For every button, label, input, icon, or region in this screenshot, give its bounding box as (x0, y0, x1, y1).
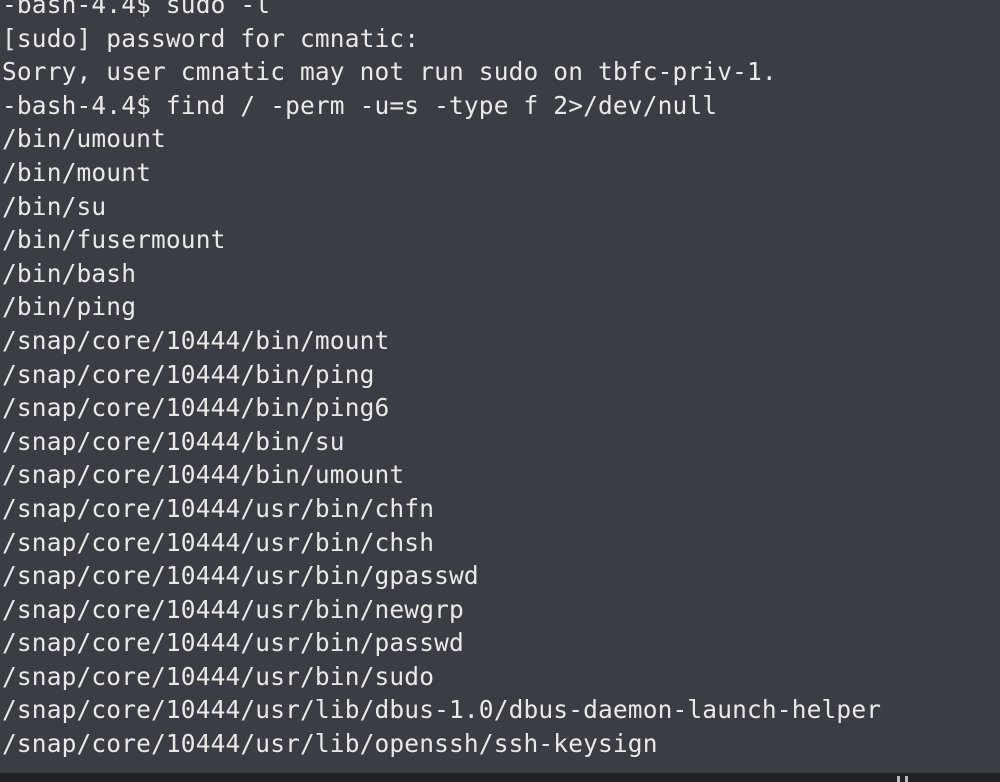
terminal-window[interactable]: -bash-4.4$ sudo -l [sudo] password for c… (0, 0, 1000, 782)
terminal-line: /bin/bash (2, 260, 137, 288)
terminal-line: /bin/ping (2, 294, 137, 322)
terminal-line: /snap/core/10444/usr/bin/passwd (2, 630, 464, 658)
terminal-line: -bash-4.4$ find / -perm -u=s -type f 2>/… (2, 92, 718, 120)
terminal-line: -bash-4.4$ sudo -l (2, 0, 271, 19)
terminal-line: /snap/core/10444/bin/su (2, 428, 345, 456)
status-tick-icon (897, 776, 900, 782)
terminal-line: /snap/core/10444/usr/bin/newgrp (2, 596, 464, 624)
terminal-line: /snap/core/10444/usr/lib/openssh/ssh-key… (2, 731, 658, 759)
terminal-line: /snap/core/10444/usr/bin/chfn (2, 495, 435, 523)
terminal-line: /snap/core/10444/usr/bin/chsh (2, 529, 435, 557)
terminal-line: /snap/core/10444/usr/lib/dbus-1.0/dbus-d… (2, 697, 882, 725)
terminal-line: /snap/core/10444/bin/mount (2, 327, 390, 355)
terminal-line: /snap/core/10444/bin/ping6 (2, 395, 390, 423)
terminal-line: /snap/core/10444/usr/bin/sudo (2, 663, 435, 691)
terminal-line: [sudo] password for cmnatic: (2, 25, 420, 53)
terminal-line: /snap/core/10444/bin/ping (2, 361, 375, 389)
terminal-output: -bash-4.4$ sudo -l [sudo] password for c… (0, 0, 1000, 765)
terminal-line: /snap/core/10444/usr/bin/gpasswd (2, 563, 479, 591)
terminal-line: /bin/su (2, 193, 107, 221)
terminal-line: /bin/mount (2, 159, 152, 187)
status-tick-icon (905, 776, 908, 782)
terminal-line: /bin/umount (2, 126, 166, 154)
terminal-bottom-bar (0, 773, 1000, 782)
terminal-line: Sorry, user cmnatic may not run sudo on … (2, 59, 777, 87)
terminal-line: /bin/fusermount (2, 227, 226, 255)
terminal-line: /snap/core/10444/bin/umount (2, 462, 405, 490)
